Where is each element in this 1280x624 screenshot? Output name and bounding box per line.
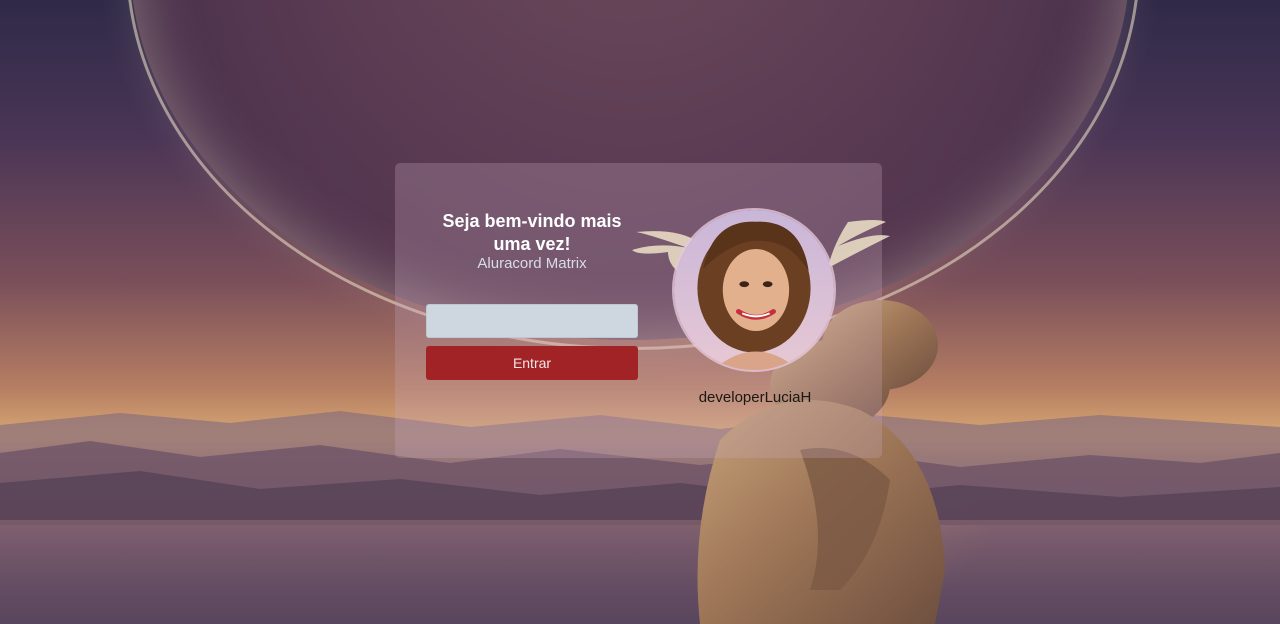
lake-water <box>0 520 1280 624</box>
enter-button[interactable]: Entrar <box>426 346 638 380</box>
app-name-subtitle: Aluracord Matrix <box>477 255 587 272</box>
user-avatar <box>672 208 836 372</box>
welcome-title: Seja bem-vindo mais uma vez! <box>442 211 622 254</box>
username-input[interactable] <box>426 304 638 338</box>
profile-username: developerLuciaH <box>698 389 812 406</box>
user-avatar-photo-icon <box>674 210 834 370</box>
